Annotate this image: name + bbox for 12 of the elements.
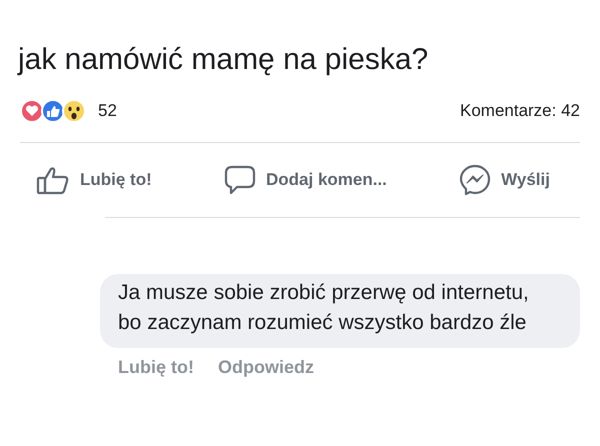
send-button[interactable]: Wyślij (459, 164, 550, 196)
speech-bubble-icon (224, 164, 256, 196)
reaction-count: 52 (98, 100, 117, 122)
thumbs-up-icon (36, 165, 70, 195)
messenger-icon (459, 164, 492, 196)
like-button[interactable]: Lubię to! (36, 165, 152, 195)
like-link[interactable]: Lubię to! (118, 354, 194, 381)
comment-button[interactable]: Dodaj komen... (224, 164, 387, 196)
post-text: jak namówić mamę na pieska? (16, 42, 430, 78)
comment-count[interactable]: Komentarze: 42 (460, 98, 580, 124)
reply-link[interactable]: Odpowiedz (218, 354, 314, 381)
comment-text: Ja musze sobie zrobić przerwę od internetu, bo zaczynam rozumieć wszystko bardzo źle (118, 280, 530, 336)
